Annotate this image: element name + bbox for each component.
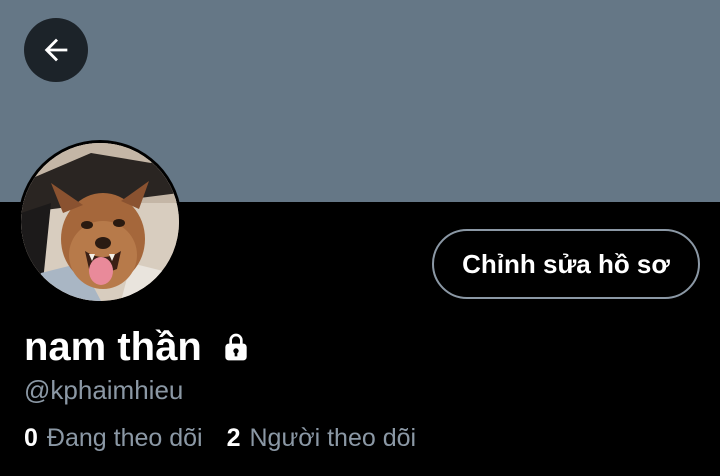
edit-profile-button[interactable]: Chỉnh sửa hồ sơ bbox=[432, 229, 700, 299]
back-button[interactable] bbox=[24, 18, 88, 82]
lock-icon bbox=[220, 331, 252, 363]
avatar-image bbox=[21, 143, 179, 301]
username-handle: @kphaimhieu bbox=[24, 375, 184, 405]
following-count: 0 bbox=[24, 424, 38, 452]
arrow-left-icon bbox=[39, 33, 73, 67]
followers-label: Người theo dõi bbox=[249, 424, 417, 452]
profile-page: Chỉnh sửa hồ sơ nam thần @kphaimhieu 0 Đ… bbox=[0, 0, 720, 476]
edit-profile-label: Chỉnh sửa hồ sơ bbox=[462, 248, 670, 279]
avatar[interactable] bbox=[18, 140, 182, 304]
display-name: nam thần bbox=[24, 325, 202, 369]
following-label: Đang theo dõi bbox=[46, 424, 203, 452]
followers-count: 2 bbox=[226, 424, 241, 452]
following-link[interactable]: 0 Đang theo dõi bbox=[24, 422, 203, 454]
name-row: nam thần bbox=[24, 322, 252, 372]
followers-link[interactable]: 2 Người theo dõi bbox=[227, 422, 416, 454]
follow-stats: 0 Đang theo dõi 2 Người theo dõi bbox=[24, 422, 416, 454]
